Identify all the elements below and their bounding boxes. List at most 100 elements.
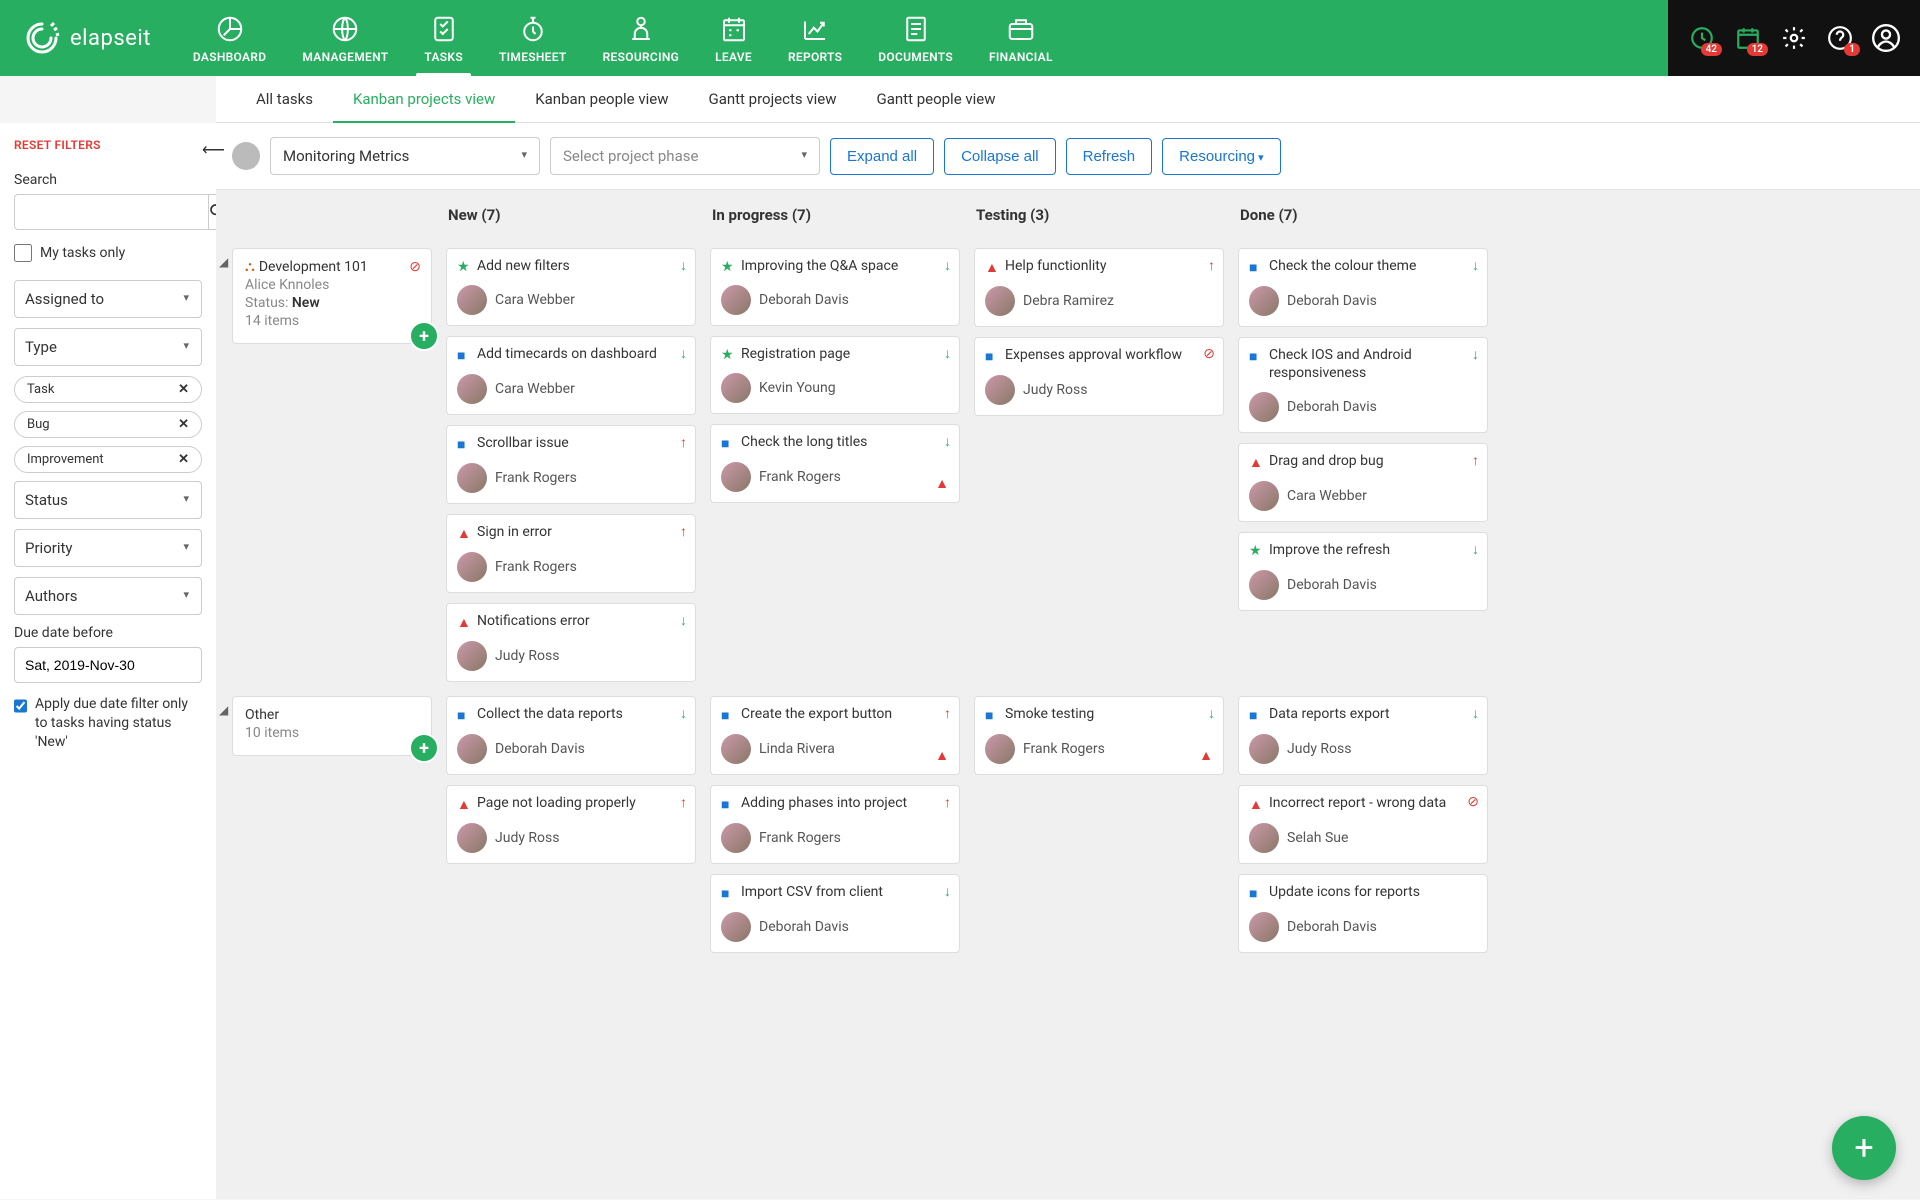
remove-chip-icon[interactable]: ✕: [178, 452, 189, 467]
avatar: [1249, 392, 1279, 422]
swimlane-card[interactable]: ◢⛬Development 101⊘Alice KnnolesStatus: N…: [232, 248, 432, 344]
search-button[interactable]: [209, 194, 216, 230]
resourcing-button[interactable]: Resourcing: [1162, 138, 1280, 175]
filter-authors[interactable]: Authors: [14, 577, 202, 615]
swimlane-card[interactable]: ◢Other10 items+: [232, 696, 432, 756]
due-date-input[interactable]: [14, 647, 202, 683]
task-card[interactable]: ■Update icons for reportsDeborah Davis: [1238, 874, 1488, 953]
subnav-item[interactable]: Gantt people view: [857, 76, 1016, 122]
task-card[interactable]: ■Expenses approval workflow⊘Judy Ross: [974, 337, 1224, 416]
subnav-item[interactable]: Kanban projects view: [333, 76, 515, 122]
add-task-button[interactable]: +: [409, 733, 439, 763]
calendar-badge: 12: [1747, 43, 1768, 56]
nav-documents[interactable]: DOCUMENTS: [860, 0, 971, 76]
filter-status[interactable]: Status: [14, 481, 202, 519]
refresh-button[interactable]: Refresh: [1066, 138, 1153, 175]
column-header: In progress (7): [710, 200, 960, 234]
task-card[interactable]: ▲Help functionlity↑Debra Ramirez: [974, 248, 1224, 327]
type-chip-improvement[interactable]: Improvement✕: [14, 446, 202, 473]
board-scroll[interactable]: New (7)In progress (7)Testing (3)Done (7…: [216, 190, 1920, 1199]
logo[interactable]: elapseit: [0, 0, 175, 76]
nav-dashboard[interactable]: DASHBOARD: [175, 0, 284, 76]
assignee-name: Judy Ross: [1023, 382, 1088, 398]
project-select[interactable]: Monitoring Metrics: [270, 137, 540, 175]
settings-button[interactable]: [1780, 24, 1808, 52]
subnav-item[interactable]: All tasks: [236, 76, 333, 122]
task-card[interactable]: ▲Page not loading properly↑Judy Ross: [446, 785, 696, 864]
nav-resourcing[interactable]: RESOURCING: [585, 0, 697, 76]
main: Monitoring Metrics Select project phase …: [216, 123, 1920, 1199]
task-card[interactable]: ▲Drag and drop bug↑Cara Webber: [1238, 443, 1488, 522]
due-date-scope-checkbox[interactable]: Apply due date filter only to tasks havi…: [14, 695, 202, 752]
task-icon: ■: [457, 436, 471, 453]
task-card[interactable]: ▲Incorrect report - wrong data⊘Selah Sue: [1238, 785, 1488, 864]
nav-tasks[interactable]: TASKS: [406, 0, 481, 76]
priority-low-icon: ↓: [944, 433, 951, 450]
bug-icon: ▲: [1249, 454, 1263, 471]
task-card[interactable]: ■Check the long titles↓Frank Rogers▲: [710, 424, 960, 503]
assignee-name: Deborah Davis: [759, 292, 849, 308]
filter-type[interactable]: Type: [14, 328, 202, 366]
reset-filters-button[interactable]: RESET FILTERS: [14, 138, 101, 152]
filter-priority[interactable]: Priority: [14, 529, 202, 567]
task-card[interactable]: ■Check IOS and Android responsiveness↓De…: [1238, 337, 1488, 433]
add-task-fab[interactable]: +: [1832, 1116, 1896, 1180]
task-card[interactable]: ■Check the colour theme↓Deborah Davis: [1238, 248, 1488, 327]
task-card[interactable]: ★Improving the Q&A space↓Deborah Davis: [710, 248, 960, 326]
type-chip-task[interactable]: Task✕: [14, 376, 202, 403]
collapse-sidebar-icon[interactable]: ⟵: [202, 140, 216, 159]
notifications-calendar-button[interactable]: 12: [1734, 24, 1762, 52]
avatar: [985, 734, 1015, 764]
task-card[interactable]: ■Data reports export↓Judy Ross: [1238, 696, 1488, 775]
task-card[interactable]: ■Create the export button↑Linda Rivera▲: [710, 696, 960, 775]
nav-timesheet[interactable]: TIMESHEET: [481, 0, 585, 76]
assignee-name: Deborah Davis: [1287, 399, 1377, 415]
task-card[interactable]: ★Registration page↓Kevin Young: [710, 336, 960, 414]
task-card[interactable]: ■Import CSV from client↓Deborah Davis: [710, 874, 960, 953]
help-button[interactable]: 1: [1826, 24, 1854, 52]
remove-chip-icon[interactable]: ✕: [178, 417, 189, 432]
subnav-item[interactable]: Kanban people view: [515, 76, 688, 122]
task-card[interactable]: ■Collect the data reports↓Deborah Davis: [446, 696, 696, 775]
collapse-all-button[interactable]: Collapse all: [944, 138, 1056, 175]
nav-financial[interactable]: FINANCIAL: [971, 0, 1071, 76]
expand-all-button[interactable]: Expand all: [830, 138, 934, 175]
nav-leave[interactable]: LEAVE: [697, 0, 770, 76]
card-title: Registration page: [741, 345, 949, 363]
my-tasks-checkbox[interactable]: My tasks only: [14, 244, 202, 262]
task-card[interactable]: ■Smoke testing↓Frank Rogers▲: [974, 696, 1224, 775]
profile-button[interactable]: [1872, 24, 1900, 52]
task-card[interactable]: ■Adding phases into project↑Frank Rogers: [710, 785, 960, 864]
task-card[interactable]: ■Add timecards on dashboard↓Cara Webber: [446, 336, 696, 415]
task-card[interactable]: ★Improve the refresh↓Deborah Davis: [1238, 532, 1488, 610]
nav-management[interactable]: MANAGEMENT: [284, 0, 406, 76]
search-input[interactable]: [14, 194, 209, 230]
phase-select[interactable]: Select project phase: [550, 137, 820, 175]
swimlane-title: Other: [245, 707, 279, 723]
avatar: [721, 285, 751, 315]
task-card[interactable]: ▲Notifications error↓Judy Ross: [446, 603, 696, 682]
type-chip-bug[interactable]: Bug✕: [14, 411, 202, 438]
add-task-button[interactable]: +: [409, 321, 439, 351]
subnav-item[interactable]: Gantt projects view: [688, 76, 856, 122]
priority-high-icon: ↑: [1208, 257, 1215, 274]
priority-high-icon: ↑: [944, 705, 951, 722]
assignee-name: Cara Webber: [1287, 488, 1367, 504]
swimlane-items-count: 14 items: [245, 313, 419, 329]
task-card[interactable]: ■Scrollbar issue↑Frank Rogers: [446, 425, 696, 504]
avatar: [1249, 823, 1279, 853]
task-card[interactable]: ▲Sign in error↑Frank Rogers: [446, 514, 696, 593]
notifications-clock-button[interactable]: 42: [1688, 24, 1716, 52]
collapse-caret-icon[interactable]: ◢: [219, 703, 228, 717]
nav-reports[interactable]: REPORTS: [770, 0, 860, 76]
filter-assigned-to[interactable]: Assigned to: [14, 280, 202, 318]
avatar: [1249, 912, 1279, 942]
card-title: Scrollbar issue: [477, 434, 685, 452]
priority-low-icon: ↓: [1208, 705, 1215, 722]
task-card[interactable]: ★Add new filters↓Cara Webber: [446, 248, 696, 326]
assignee-name: Frank Rogers: [759, 830, 841, 846]
avatar: [457, 641, 487, 671]
collapse-caret-icon[interactable]: ◢: [219, 255, 228, 269]
priority-low-icon: ↓: [680, 612, 687, 629]
remove-chip-icon[interactable]: ✕: [178, 382, 189, 397]
